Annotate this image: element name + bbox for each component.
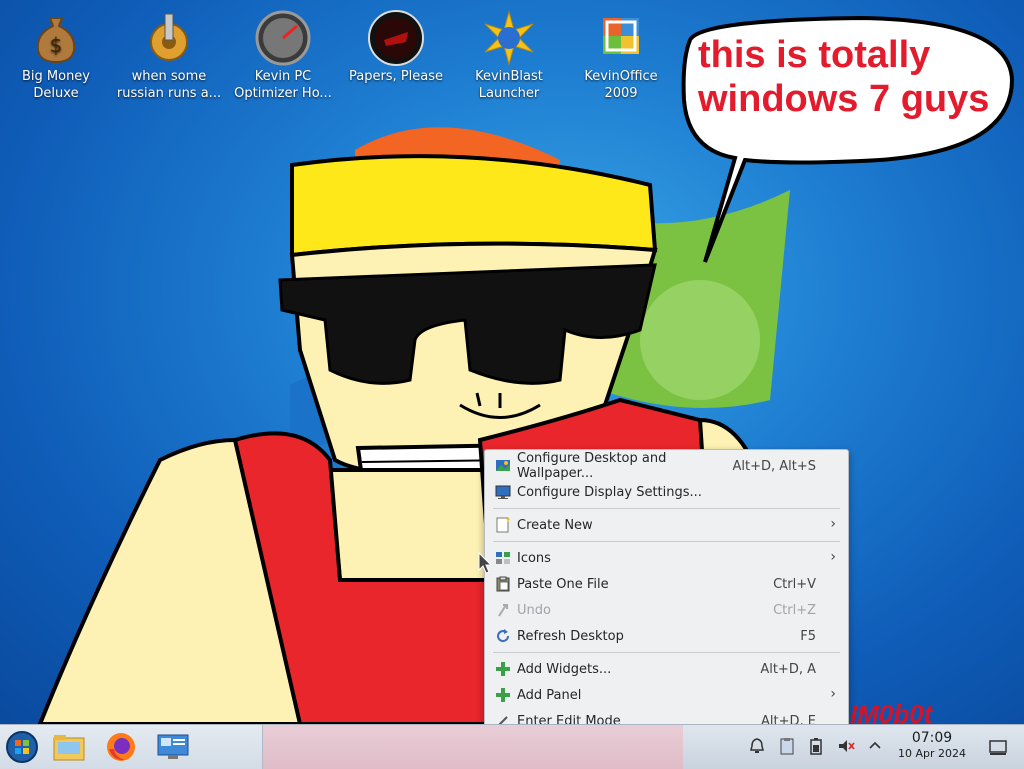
- add-icon: [495, 661, 511, 677]
- desktop-icon-kevinblast-launcher[interactable]: KevinBlast Launcher: [454, 6, 564, 102]
- clipboard-icon[interactable]: [778, 737, 796, 755]
- desktop-icon-kevin-pc-optimizer[interactable]: Kevin PC Optimizer Ho...: [228, 6, 338, 102]
- menu-item-undo[interactable]: Undo Ctrl+Z: [485, 597, 848, 623]
- refresh-icon: [495, 628, 511, 644]
- menu-item-create-new[interactable]: Create New ›: [485, 512, 848, 538]
- start-orb-icon[interactable]: [4, 729, 40, 765]
- file-manager-icon[interactable]: [51, 729, 87, 765]
- desktop-icon-label: Big Money Deluxe: [21, 69, 90, 101]
- menu-item-add-panel[interactable]: Add Panel ›: [485, 682, 848, 708]
- clock[interactable]: 07:09 10 Apr 2024: [884, 730, 980, 761]
- icons-grid-icon: [495, 550, 511, 566]
- money-bag-icon: $: [28, 10, 84, 66]
- clock-time: 07:09: [911, 730, 953, 746]
- office-icon: [593, 10, 649, 66]
- volume-muted-icon[interactable]: [837, 737, 855, 755]
- menu-separator: [493, 652, 840, 653]
- taskbar-task-area[interactable]: [263, 725, 683, 769]
- mouse-cursor-icon: [478, 552, 492, 574]
- gear-tank-icon: [141, 10, 197, 66]
- desktop-icon-label: Papers, Please: [348, 69, 444, 84]
- notifications-bell-icon[interactable]: [748, 737, 766, 755]
- taskbar-launchers: [0, 725, 263, 769]
- menu-item-refresh-desktop[interactable]: Refresh Desktop F5: [485, 623, 848, 649]
- papers-please-icon: [368, 10, 424, 66]
- desktop-icon-papers-please[interactable]: Papers, Please: [341, 6, 451, 85]
- speech-line-2: windows 7 guys: [698, 78, 990, 120]
- speech-bubble-text: this is totally windows 7 guys: [698, 33, 998, 121]
- menu-item-configure-desktop[interactable]: Configure Desktop and Wallpaper... Alt+D…: [485, 451, 848, 481]
- undo-icon: [495, 602, 511, 618]
- menu-item-add-widgets[interactable]: Add Widgets... Alt+D, A: [485, 656, 848, 682]
- menu-item-paste-one-file[interactable]: Paste One File Ctrl+V: [485, 571, 848, 597]
- menu-separator: [493, 508, 840, 509]
- firefox-icon[interactable]: [103, 729, 139, 765]
- taskbar: 07:09 10 Apr 2024: [0, 724, 1024, 769]
- starburst-launcher-icon: [481, 10, 537, 66]
- chevron-right-icon: ›: [830, 549, 836, 565]
- display-icon: [495, 484, 511, 500]
- desktop-context-menu: Configure Desktop and Wallpaper... Alt+D…: [484, 449, 849, 736]
- wallpaper-scribble-text: IM0b0t: [850, 699, 933, 724]
- desktop-icon-label: Kevin PC Optimizer Ho...: [234, 69, 332, 101]
- chevron-right-icon: ›: [830, 686, 836, 702]
- menu-item-icons[interactable]: Icons ›: [485, 545, 848, 571]
- menu-item-configure-display[interactable]: Configure Display Settings...: [485, 479, 848, 505]
- system-settings-icon[interactable]: [155, 729, 191, 765]
- desktop-icon-label: KevinOffice 2009: [584, 69, 658, 101]
- wallpaper-icon: [495, 458, 511, 474]
- new-file-icon: [495, 517, 511, 533]
- clock-date: 10 Apr 2024: [897, 747, 966, 760]
- desktop-icon-label: when some russian runs a...: [116, 69, 222, 101]
- paste-icon: [495, 576, 511, 592]
- desktop-icon-big-money-deluxe[interactable]: $ Big Money Deluxe: [1, 6, 111, 102]
- menu-separator: [493, 541, 840, 542]
- speech-line-1: this is totally: [698, 34, 931, 76]
- desktop-icon-kevinoffice-2009[interactable]: KevinOffice 2009: [566, 6, 676, 102]
- add-icon: [495, 687, 511, 703]
- chevron-right-icon: ›: [830, 516, 836, 532]
- tray-expand-icon[interactable]: [866, 737, 884, 755]
- desktop-icon-label: KevinBlast Launcher: [475, 69, 543, 101]
- desktop-icon-russian[interactable]: when some russian runs a...: [114, 6, 224, 102]
- speedometer-icon: [255, 10, 311, 66]
- battery-icon[interactable]: [807, 737, 825, 755]
- show-desktop-icon[interactable]: [988, 737, 1008, 757]
- svg-text:$: $: [50, 33, 63, 57]
